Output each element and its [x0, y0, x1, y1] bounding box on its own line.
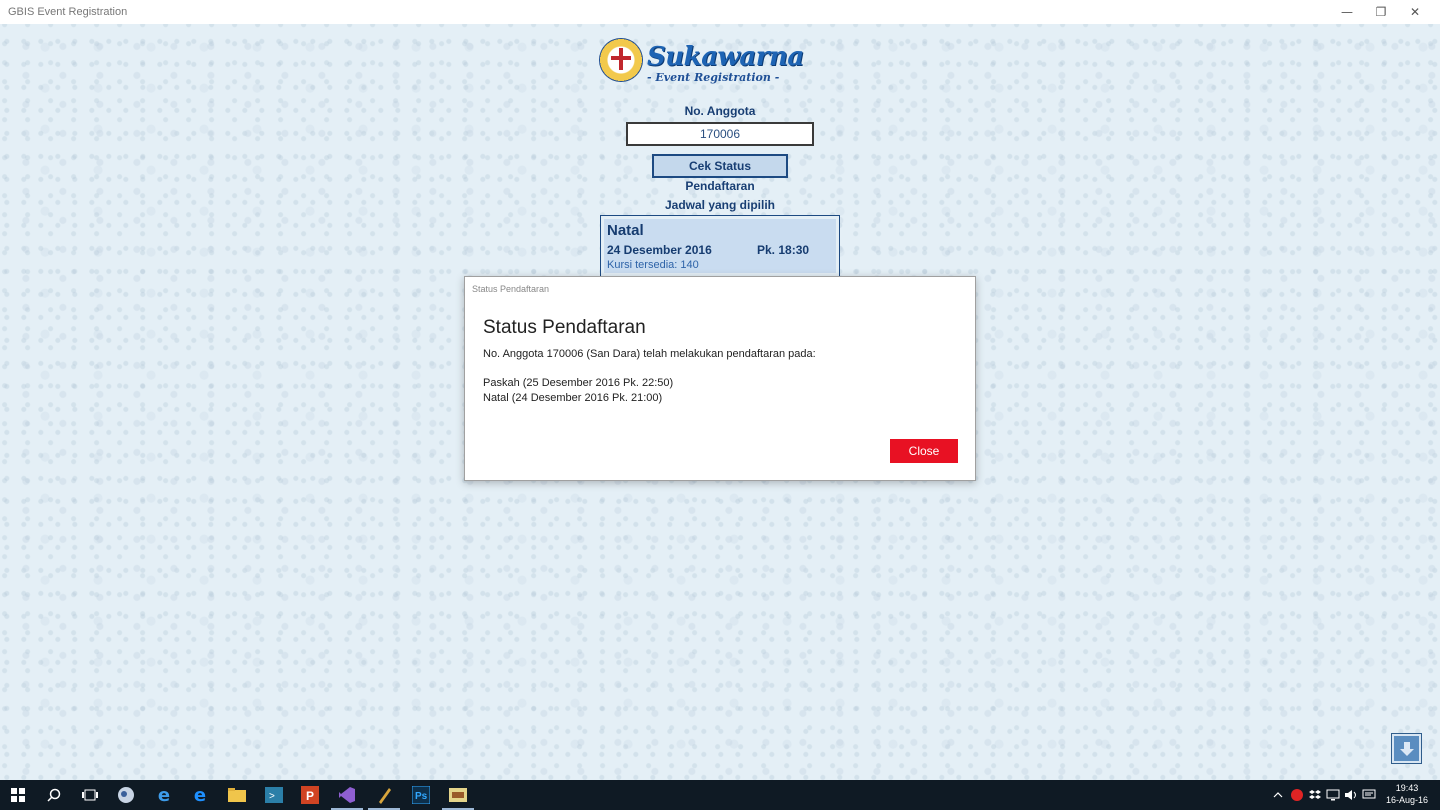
close-button[interactable]: Close — [890, 439, 958, 463]
app-icon[interactable] — [108, 780, 144, 810]
selected-schedule-label: Jadwal yang dipilih — [664, 198, 776, 212]
check-status-button[interactable]: Cek Status Pendaftaran — [652, 154, 788, 193]
taskbar: e e > P Ps 19:43 16-Aug-16 — [0, 780, 1440, 810]
system-clock[interactable]: 19:43 16-Aug-16 — [1382, 782, 1432, 806]
clock-date: 16-Aug-16 — [1385, 795, 1429, 805]
app-logo: Sukawarna - Event Registration - — [599, 38, 804, 86]
minimize-button[interactable]: — — [1330, 0, 1364, 24]
notifications-icon[interactable] — [1360, 780, 1378, 810]
ie-icon[interactable]: e — [182, 780, 218, 810]
volume-icon[interactable] — [1342, 780, 1360, 810]
logo-subtitle: - Event Registration - — [647, 71, 780, 84]
member-number-label: No. Anggota — [684, 104, 756, 118]
dropbox-icon[interactable] — [1306, 780, 1324, 810]
status-dialog: Status Pendaftaran Status Pendaftaran No… — [464, 276, 976, 481]
event-name: Natal — [607, 222, 644, 239]
dialog-caption: Status Pendaftaran — [472, 284, 550, 294]
svg-text:Ps: Ps — [415, 791, 428, 802]
task-view-icon[interactable] — [72, 780, 108, 810]
svg-text:>: > — [269, 791, 275, 802]
title-bar: GBIS Event Registration — ❐ ✕ — [0, 0, 1440, 24]
event-seats: Kursi tersedia: 140 — [607, 259, 699, 271]
antivirus-icon[interactable] — [1288, 780, 1306, 810]
powerpoint-icon[interactable]: P — [292, 780, 328, 810]
edge-icon[interactable]: e — [146, 780, 182, 810]
download-button[interactable] — [1392, 734, 1421, 763]
svg-text:P: P — [306, 789, 314, 803]
schedule-card[interactable]: Natal 24 Desember 2016 Pk. 18:30 Kursi t… — [600, 215, 840, 277]
terminal-icon[interactable]: > — [256, 780, 292, 810]
event-time: Pk. 18:30 — [757, 243, 810, 257]
dialog-message: No. Anggota 170006 (San Dara) telah mela… — [483, 348, 816, 360]
church-seal-icon — [599, 38, 643, 82]
chevron-up-icon[interactable] — [1270, 780, 1286, 810]
window-title: GBIS Event Registration — [8, 6, 128, 18]
event-app-icon[interactable] — [440, 780, 476, 810]
blend-icon[interactable] — [366, 780, 402, 810]
start-icon[interactable] — [0, 780, 36, 810]
dialog-title: Status Pendaftaran — [483, 317, 646, 338]
network-icon[interactable] — [1324, 780, 1342, 810]
visual-studio-icon[interactable] — [329, 780, 365, 810]
event-date: 24 Desember 2016 — [607, 243, 712, 257]
member-number-input[interactable]: 170006 — [626, 122, 814, 146]
close-window-button[interactable]: ✕ — [1398, 0, 1432, 24]
registration-item: Paskah (25 Desember 2016 Pk. 22:50) — [483, 377, 674, 389]
search-icon[interactable] — [36, 780, 72, 810]
restore-button[interactable]: ❐ — [1364, 0, 1398, 24]
window-controls: — ❐ ✕ — [1330, 0, 1432, 24]
clock-time: 19:43 — [1395, 783, 1419, 793]
file-explorer-icon[interactable] — [219, 780, 255, 810]
registration-item: Natal (24 Desember 2016 Pk. 21:00) — [483, 392, 663, 404]
logo-brand: Sukawarna — [647, 42, 804, 72]
download-arrow-icon — [1399, 741, 1414, 756]
photoshop-icon[interactable]: Ps — [403, 780, 439, 810]
